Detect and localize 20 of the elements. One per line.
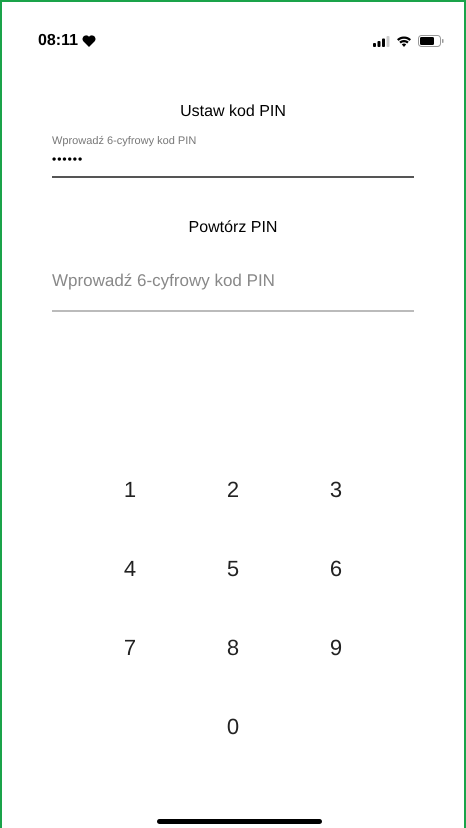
section-title: Powtórz PIN (188, 218, 278, 238)
keypad-key[interactable]: 3 (284, 450, 388, 528)
keypad-key[interactable]: 9 (284, 608, 388, 686)
field-label: Wprowadź 6-cyfrowy kod PIN (52, 134, 198, 148)
keypad-key[interactable]: 5 (182, 528, 284, 608)
status-time: 08:11 (38, 31, 78, 51)
pin-field[interactable]: Wprowadź 6-cyfrowy kod PIN •••••• (52, 134, 414, 178)
section-title: Ustaw kod PIN (180, 102, 286, 122)
keypad-key[interactable]: 7 (78, 608, 182, 686)
heart-icon (82, 35, 96, 47)
battery-icon (418, 35, 444, 47)
keypad-key[interactable]: 0 (182, 686, 284, 766)
keypad-key[interactable]: 6 (284, 528, 388, 608)
keypad-key[interactable]: 4 (78, 528, 182, 608)
keypad-key[interactable]: 8 (182, 608, 284, 686)
signal-icon (373, 36, 390, 46)
keypad-key[interactable]: 2 (182, 450, 284, 528)
pin-dots: •••••• (52, 151, 84, 168)
wifi-icon (396, 35, 412, 47)
keypad-key[interactable]: 1 (78, 450, 182, 528)
